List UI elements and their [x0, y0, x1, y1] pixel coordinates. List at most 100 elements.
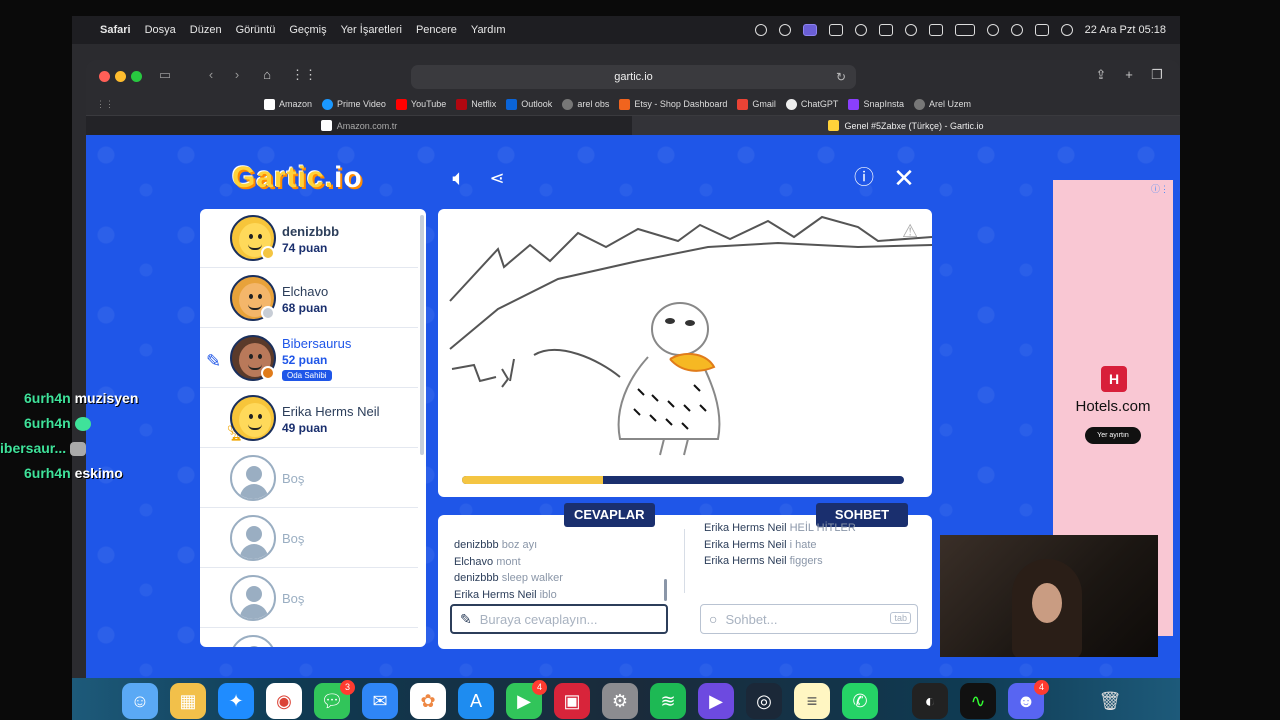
menu-help[interactable]: Yardım	[471, 24, 506, 36]
player-name: denizbbb	[282, 224, 340, 239]
menubar-clock[interactable]: 22 Ara Pzt 05:18	[1085, 24, 1166, 36]
user-icon[interactable]	[904, 24, 917, 36]
tools-icon[interactable]	[878, 24, 893, 36]
whatsapp-icon[interactable]: ✆	[842, 683, 878, 719]
answers-scrollbar[interactable]	[664, 579, 667, 601]
gartic-logo[interactable]: Gartic.io	[232, 161, 363, 195]
app-store-icon[interactable]: A	[458, 683, 494, 719]
facetime-icon[interactable]: ▶ 4	[506, 680, 547, 719]
close-icon[interactable]: ✕	[891, 165, 917, 191]
player-row[interactable]: 🏆︎ Erika Herms Neil 49 puan	[200, 389, 418, 448]
back-icon[interactable]: ‹	[204, 68, 218, 82]
netflix-icon	[456, 98, 468, 110]
ad-brand: Hotels.com	[1075, 398, 1151, 415]
siri-icon[interactable]	[1060, 24, 1073, 36]
control-center-icon[interactable]	[1034, 24, 1049, 36]
photos-icon[interactable]: ✿	[410, 683, 446, 719]
chat-row: Erika Herms Neil HEİL HİTLER	[704, 522, 856, 534]
close-window-button[interactable]	[99, 71, 110, 82]
discord-badge: 4	[1034, 680, 1049, 695]
zoom-window-button[interactable]	[131, 71, 142, 82]
menu-history[interactable]: Geçmiş	[289, 24, 326, 36]
discord-icon[interactable]: ☻ 4	[1008, 680, 1049, 719]
reload-icon[interactable]: ↻	[836, 70, 846, 84]
player-list-scrollbar[interactable]	[420, 215, 424, 455]
sound-icon[interactable]: 🔈︎	[446, 165, 472, 191]
forward-icon[interactable]: ›	[230, 68, 244, 82]
steam-icon[interactable]: ◎	[746, 683, 782, 719]
fav-outlook[interactable]: Outlook	[506, 98, 552, 110]
empty-avatar-icon	[230, 515, 276, 561]
fav-amazon[interactable]: Amazon	[264, 98, 312, 110]
answer-row: denizbbb boz ayı	[454, 539, 538, 551]
sidebar-icon[interactable]: ▭	[158, 68, 172, 82]
activity-monitor-icon[interactable]: ∿	[960, 683, 996, 719]
fav-chatgpt[interactable]: ChatGPT	[785, 98, 838, 110]
system-settings-icon[interactable]: ⚙	[602, 683, 638, 719]
ad-cta-button[interactable]: Yer ayırtın	[1085, 427, 1141, 444]
minimize-window-button[interactable]	[115, 71, 126, 82]
chat-input[interactable]: ○ Sohbet... tab	[700, 604, 918, 634]
fav-arel-obs[interactable]: arel obs	[562, 98, 609, 110]
favorites-grid-icon[interactable]: ⋮⋮	[96, 99, 114, 110]
fav-arel-uzem[interactable]: Arel Uzem	[913, 98, 971, 110]
menu-edit[interactable]: Düzen	[190, 24, 222, 36]
answer-input[interactable]: ✎ Buraya cevaplayın...	[450, 604, 668, 634]
chrome-icon[interactable]: ◉	[266, 683, 302, 719]
tab-gartic[interactable]: Genel #5Zabxe (Türkçe) - Gartic.io	[632, 115, 1180, 135]
fav-snapinsta[interactable]: SnapInsta	[848, 98, 904, 110]
car-icon[interactable]	[928, 24, 943, 36]
bronze-medal-icon	[261, 366, 275, 380]
grid-icon[interactable]: ⋮⋮	[291, 68, 317, 82]
drawing-canvas[interactable]: ⚠	[438, 209, 932, 497]
tab-overview-icon[interactable]: ❐	[1150, 68, 1164, 82]
menu-view[interactable]: Görüntü	[236, 24, 276, 36]
safari-icon[interactable]: ✦	[218, 683, 254, 719]
trash-icon[interactable]: 🗑︎	[1092, 683, 1128, 719]
search-icon[interactable]	[1010, 24, 1023, 36]
battery-icon[interactable]	[954, 24, 975, 36]
obs-dock-icon[interactable]: ◐	[912, 683, 948, 719]
url-text[interactable]: gartic.io	[614, 71, 653, 83]
notes-icon[interactable]: ≡	[794, 683, 830, 719]
video-app-icon[interactable]: ▶	[698, 683, 734, 719]
fav-youtube[interactable]: YouTube	[395, 98, 446, 110]
player-row[interactable]: Elchavo 68 puan	[200, 269, 418, 328]
new-tab-icon[interactable]: +	[1122, 68, 1136, 82]
record-icon[interactable]	[754, 24, 767, 36]
launchpad-icon[interactable]: ▦	[170, 683, 206, 719]
menu-bookmarks[interactable]: Yer İşaretleri	[341, 24, 402, 36]
fav-gmail[interactable]: Gmail	[737, 98, 776, 110]
share-icon[interactable]: ⇪	[1094, 68, 1108, 82]
mail-icon[interactable]: ✉	[362, 683, 398, 719]
empty-avatar-icon	[230, 455, 276, 501]
share-icon[interactable]: ⋖	[484, 165, 510, 191]
presentation-icon[interactable]: ▣	[554, 683, 590, 719]
messages-icon[interactable]: 💬︎ 3	[314, 680, 355, 719]
screen-share-icon[interactable]	[802, 24, 817, 36]
wifi-icon[interactable]	[986, 24, 999, 36]
address-bar[interactable]: gartic.io ↻	[411, 65, 856, 89]
spotify-icon[interactable]: ≋	[650, 683, 686, 719]
finder-icon[interactable]: ☺	[122, 683, 158, 719]
answer-placeholder: Buraya cevaplayın...	[479, 611, 598, 627]
play-icon[interactable]	[854, 24, 867, 36]
player-row-drawing[interactable]: ✎ Bibersaurus 52 puan Oda Sahibi	[200, 329, 418, 388]
home-icon[interactable]: ⌂	[260, 68, 274, 82]
fav-netflix[interactable]: Netflix	[456, 98, 496, 110]
display-icon[interactable]	[828, 24, 843, 36]
obs-icon[interactable]	[778, 24, 791, 36]
menu-file[interactable]: Dosya	[145, 24, 176, 36]
gartic-tab-icon	[828, 120, 840, 131]
amazon-icon	[264, 98, 275, 110]
fav-etsy[interactable]: Etsy - Shop Dashboard	[619, 98, 727, 110]
tab-amazon[interactable]: Amazon.com.tr	[86, 115, 632, 135]
player-row[interactable]: denizbbb 74 puan	[200, 209, 418, 268]
round-timer-fill	[462, 476, 604, 484]
ad-info-icon[interactable]: ⓘ⋮	[1151, 182, 1169, 195]
answers-tab[interactable]: CEVAPLAR	[564, 503, 655, 527]
menu-window[interactable]: Pencere	[416, 24, 457, 36]
info-icon[interactable]: ⓘ	[851, 165, 877, 191]
fav-prime-video[interactable]: Prime Video	[322, 98, 386, 110]
menu-app-name[interactable]: Safari	[100, 24, 131, 36]
